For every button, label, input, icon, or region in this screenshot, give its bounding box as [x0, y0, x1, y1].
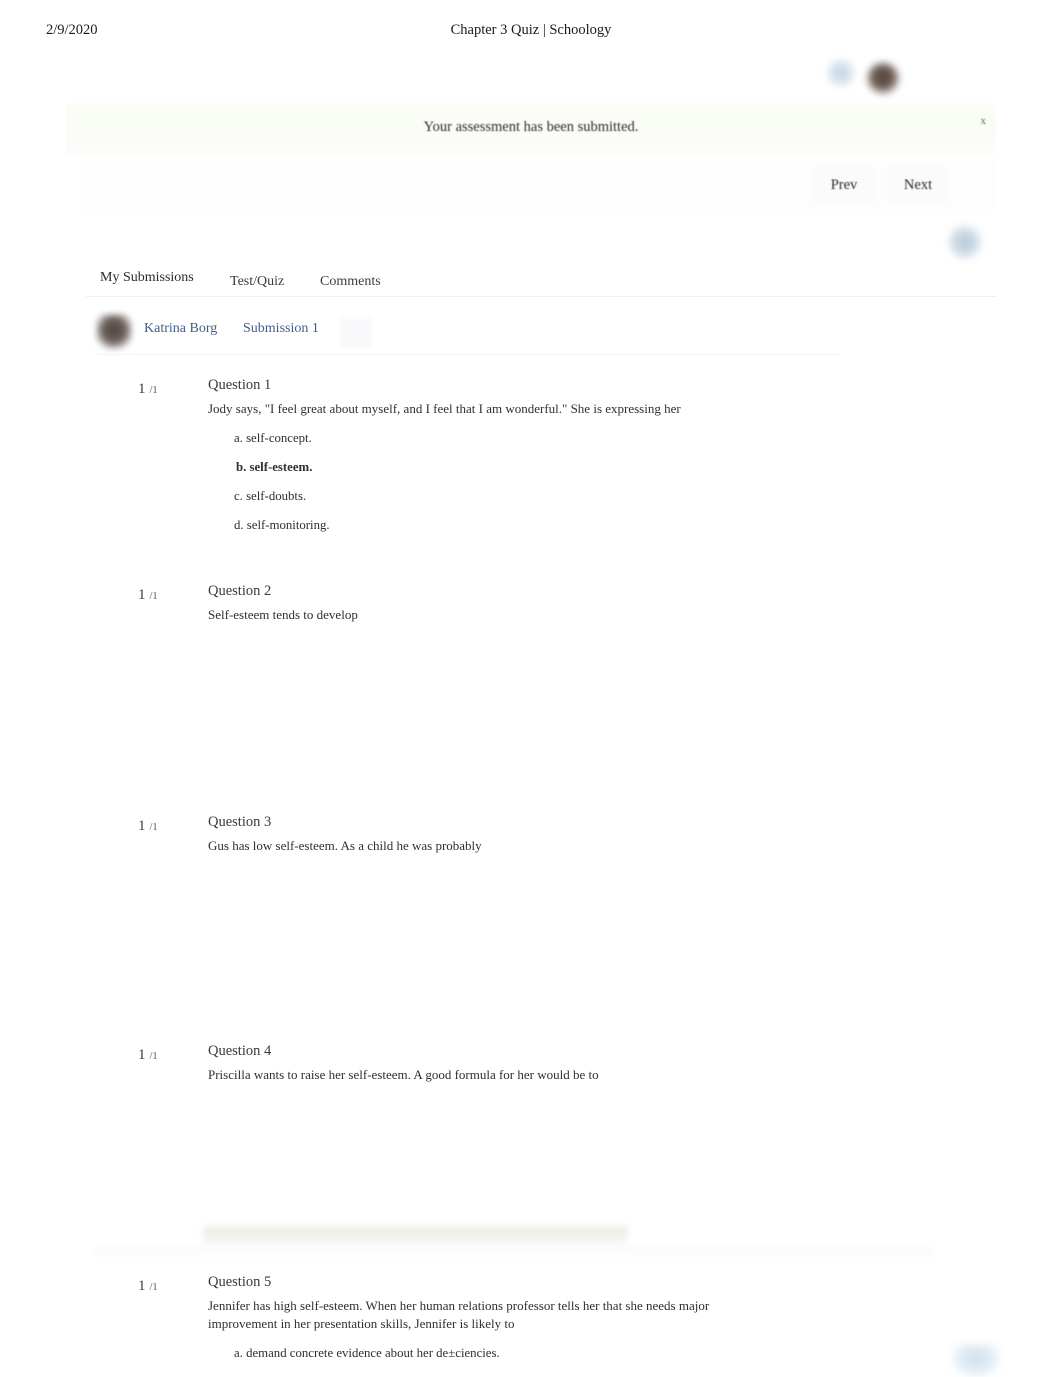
submission-banner-message: Your assessment has been submitted.	[423, 119, 639, 135]
score-total: /1	[149, 385, 158, 396]
question-title: Question 2	[208, 583, 272, 599]
divider	[96, 354, 841, 355]
header-avatars	[818, 56, 918, 102]
prev-button[interactable]: Prev	[814, 166, 874, 204]
question-body: Question 1 Jody says, "I feel great about…	[208, 376, 908, 540]
submission-attempt-link[interactable]: Submission 1	[243, 321, 319, 337]
question-body: Question 5 Jennifer has high self-esteem.…	[208, 1273, 908, 1368]
question-score: 1 /1	[138, 1277, 158, 1295]
score-earned: 1	[138, 1047, 146, 1063]
avatar	[96, 314, 132, 350]
help-icon[interactable]	[948, 225, 982, 259]
question-prompt: Jennifer has high self-esteem. When her …	[208, 1298, 710, 1331]
question-score: 1 /1	[138, 380, 158, 398]
question-score: 1 /1	[138, 817, 158, 835]
tab-bar: My Submissions Test/Quiz Comments	[86, 262, 996, 298]
tab-my-submissions[interactable]: My Submissions	[86, 266, 208, 290]
close-icon[interactable]: x	[981, 115, 987, 127]
score-earned: 1	[138, 1278, 146, 1294]
next-button[interactable]: Next	[888, 166, 948, 204]
question-prompt: Jody says, "I feel great about myself, a…	[208, 401, 681, 416]
question-title: Question 5	[208, 1274, 272, 1290]
question-prompt: Self-esteem tends to develop	[208, 607, 358, 622]
question-title: Question 1	[208, 377, 272, 393]
question-title: Question 4	[208, 1043, 272, 1059]
question-score: 1 /1	[138, 1046, 158, 1064]
submission-menu-icon[interactable]	[340, 318, 372, 348]
chat-help-icon[interactable]	[952, 1344, 1000, 1376]
tab-comments[interactable]: Comments	[306, 270, 395, 294]
answer-option-selected[interactable]: b. self-esteem.	[208, 453, 908, 482]
answer-option[interactable]: d. self-monitoring.	[208, 511, 908, 540]
page-title: Chapter 3 Quiz | Schoology	[450, 22, 612, 38]
question-body: Question 4 Priscilla wants to raise her s…	[208, 1042, 908, 1084]
print-header: 2/9/2020 Chapter 3 Quiz | Schoology	[0, 22, 1062, 44]
notification-icon[interactable]	[826, 58, 856, 88]
question-body: Question 2 Self-esteem tends to develop	[208, 582, 908, 624]
answer-option[interactable]: a. demand concrete evidence about her de…	[208, 1339, 908, 1368]
answer-option[interactable]: a. self-concept.	[208, 424, 908, 453]
faded-answer-highlight	[203, 1226, 628, 1248]
answer-option[interactable]: c. self-doubts.	[208, 482, 908, 511]
faded-divider	[94, 1248, 934, 1258]
score-earned: 1	[138, 587, 146, 603]
answer-options: a. self-concept. b. self-esteem. c. self-d…	[208, 424, 908, 540]
submission-row: Katrina Borg Submission 1	[96, 310, 996, 355]
score-earned: 1	[138, 381, 146, 397]
question-navigation-bar: Prev Next	[80, 160, 996, 210]
score-total: /1	[149, 822, 158, 833]
question-prompt: Priscilla wants to raise her self-esteem…	[208, 1067, 599, 1082]
score-earned: 1	[138, 818, 146, 834]
submission-banner: Your assessment has been submitted. x	[66, 103, 996, 155]
student-name-link[interactable]: Katrina Borg	[144, 321, 217, 337]
question-score: 1 /1	[138, 586, 158, 604]
question-body: Question 3 Gus has low self-esteem. As a …	[208, 813, 908, 855]
question-title: Question 3	[208, 814, 272, 830]
user-avatar-icon[interactable]	[866, 62, 900, 96]
answer-options: a. demand concrete evidence about her de…	[208, 1339, 908, 1368]
tab-test-quiz[interactable]: Test/Quiz	[216, 270, 298, 294]
score-total: /1	[149, 1051, 158, 1062]
score-total: /1	[149, 591, 158, 602]
tab-underline	[86, 296, 996, 297]
score-total: /1	[149, 1282, 158, 1293]
question-prompt: Gus has low self-esteem. As a child he w…	[208, 838, 482, 853]
